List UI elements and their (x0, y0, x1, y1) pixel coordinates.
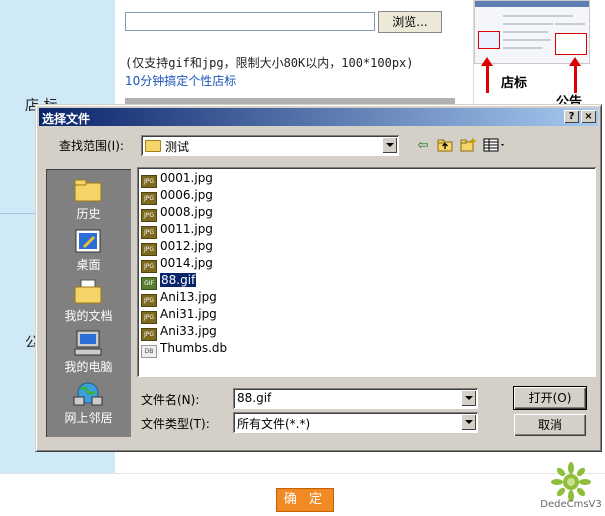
file-item[interactable]: JPG Ani33.jpg (141, 323, 217, 341)
place-network[interactable]: 网上邻居 (46, 377, 131, 427)
help-link[interactable]: 10分钟搞定个性店标 (125, 72, 236, 89)
chevron-down-icon[interactable] (382, 137, 397, 153)
file-name-label: 文件名(N): (141, 393, 200, 407)
preview-label-shop: 店标 (501, 76, 528, 91)
chevron-down-icon[interactable] (461, 390, 476, 406)
my-computer-icon (73, 330, 103, 356)
file-item[interactable]: DB Thumbs.db (141, 340, 227, 358)
file-item[interactable]: JPG 0006.jpg (141, 187, 213, 205)
browse-button[interactable]: 浏览... (378, 11, 442, 33)
file-item[interactable]: JPG 0014.jpg (141, 255, 213, 273)
look-in-value: 测试 (165, 140, 190, 154)
history-icon (73, 177, 103, 203)
preview-notice-box (555, 33, 587, 55)
look-in-label: 查找范围(I): (59, 139, 124, 153)
file-name-combo[interactable]: 88.gif (233, 388, 478, 409)
chevron-down-icon[interactable] (461, 414, 476, 430)
preview-shop-logo-box (478, 31, 500, 49)
layout-preview: 店标 公告 (473, 0, 590, 110)
db-file-icon: DB (141, 345, 157, 358)
place-my-computer[interactable]: 我的电脑 (46, 326, 131, 376)
file-item[interactable]: JPG Ani13.jpg (141, 289, 217, 307)
place-label: 我的文档 (64, 309, 113, 323)
file-item[interactable]: JPG 0011.jpg (141, 221, 213, 239)
dialog-title: 选择文件 (42, 112, 91, 126)
places-bar: 历史 桌面 我的文档 我的电脑 网上邻居 (46, 169, 131, 437)
new-folder-icon[interactable] (459, 138, 477, 154)
place-label: 桌面 (76, 258, 101, 272)
upload-hint-text: (仅支持gif和jpg，限制大小80K以内，100*100px) (125, 56, 414, 70)
up-folder-icon[interactable] (436, 138, 454, 154)
desktop-icon (73, 228, 103, 254)
file-type-select[interactable]: 所有文件(*.*) (233, 412, 478, 433)
file-item[interactable]: JPG Ani31.jpg (141, 306, 217, 324)
file-item-selected[interactable]: GIF 88.gif (141, 272, 198, 290)
folder-icon (145, 140, 161, 152)
confirm-button[interactable]: 确 定 (276, 488, 334, 512)
help-button[interactable]: ? (564, 110, 579, 123)
cancel-button[interactable]: 取消 (514, 414, 586, 436)
logo-text: DedeCmsV3 (540, 499, 602, 510)
file-item[interactable]: JPG 0001.jpg (141, 170, 213, 188)
dialog-titlebar[interactable]: 选择文件 ? × (39, 108, 598, 126)
my-documents-icon (73, 279, 103, 305)
logo-flower-icon (551, 462, 591, 502)
view-menu-icon[interactable] (482, 138, 508, 154)
close-button[interactable]: × (581, 110, 596, 123)
network-places-icon (73, 381, 103, 407)
back-icon[interactable]: ⇦ (414, 138, 432, 154)
file-type-value: 所有文件(*.*) (237, 417, 311, 431)
place-label: 历史 (76, 207, 101, 221)
file-chooser-dialog: 选择文件 ? × 查找范围(I): 测试 ⇦ 历史 桌面 我的文档 我的电脑 网… (35, 104, 602, 452)
place-desktop[interactable]: 桌面 (46, 224, 131, 274)
preview-screenshot (474, 0, 590, 64)
upload-path-input[interactable] (125, 12, 375, 31)
file-item[interactable]: JPG 0008.jpg (141, 204, 213, 222)
place-label: 网上邻居 (64, 411, 113, 425)
file-item[interactable]: JPG 0012.jpg (141, 238, 213, 256)
arrow-up-icon (569, 57, 581, 93)
open-button[interactable]: 打开(O) (513, 386, 587, 410)
file-type-label: 文件类型(T): (141, 417, 210, 431)
look-in-dropdown[interactable]: 测试 (141, 135, 399, 156)
dedecms-logo: DedeCmsV3 (540, 462, 602, 512)
file-list[interactable]: JPG 0001.jpg JPG 0006.jpg JPG 0008.jpg JPG 0… (137, 167, 596, 377)
file-name-input[interactable]: 88.gif (237, 391, 271, 405)
place-label: 我的电脑 (64, 360, 113, 374)
place-my-documents[interactable]: 我的文档 (46, 275, 131, 325)
arrow-up-icon (481, 57, 493, 93)
place-history[interactable]: 历史 (46, 173, 131, 223)
